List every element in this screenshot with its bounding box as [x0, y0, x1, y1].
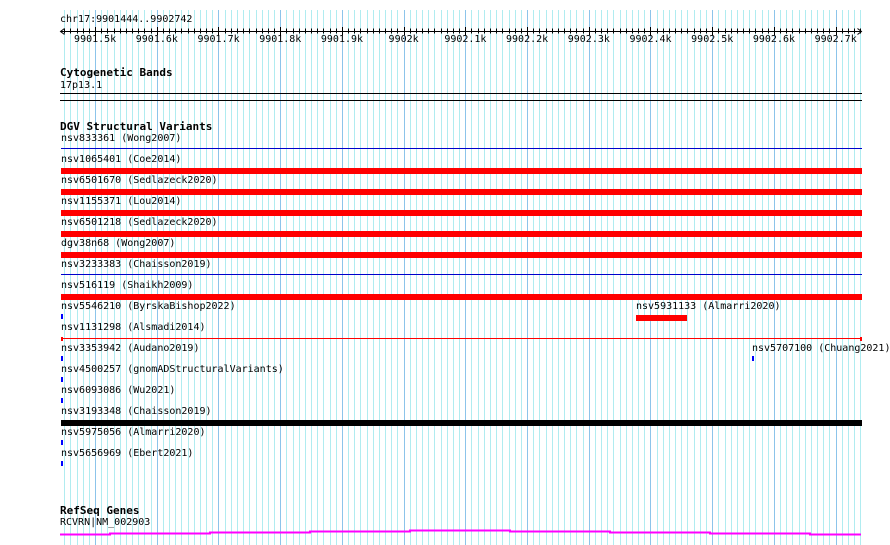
- variant-label[interactable]: nsv5707100 (Chuang2021): [752, 343, 890, 355]
- gene-model[interactable]: [0, 525, 890, 540]
- ruler-tick-label: 9902.1k: [444, 34, 487, 45]
- variant-tick[interactable]: [61, 398, 63, 403]
- variant-line[interactable]: [61, 338, 862, 339]
- variant-label[interactable]: nsv6501670 (Sedlazeck2020): [61, 175, 218, 187]
- ruler-tick-label: 9902.6k: [752, 34, 796, 45]
- variant-label[interactable]: nsv5656969 (Ebert2021): [61, 448, 193, 460]
- variant-label[interactable]: nsv3233383 (Chaisson2019): [61, 259, 212, 271]
- variant-tick[interactable]: [61, 461, 63, 466]
- variant-bar[interactable]: [636, 315, 687, 321]
- variant-label[interactable]: nsv833361 (Wong2007): [61, 133, 181, 145]
- variant-bar[interactable]: [61, 189, 862, 195]
- cytoband-bar[interactable]: [60, 93, 862, 94]
- variant-tick[interactable]: [61, 440, 63, 445]
- variant-tick[interactable]: [61, 377, 63, 382]
- variant-tick[interactable]: [752, 356, 754, 361]
- dgv-title: DGV Structural Variants: [60, 120, 213, 133]
- variant-label[interactable]: nsv1131298 (Alsmadi2014): [61, 322, 206, 334]
- track-divider: [60, 100, 862, 101]
- ruler-tick-label: 9901.7k: [197, 34, 240, 45]
- variant-tick[interactable]: [61, 314, 63, 319]
- ruler-tick-label: 9901.9k: [320, 34, 364, 45]
- variant-label[interactable]: nsv3353942 (Audano2019): [61, 343, 199, 355]
- variant-label[interactable]: nsv4500257 (gnomADStructuralVariants): [61, 364, 284, 376]
- ruler-tick-label: 9901.8k: [259, 34, 302, 45]
- ruler-tick-label: 9902.2k: [506, 34, 549, 45]
- variant-bar[interactable]: [61, 294, 862, 300]
- variant-label[interactable]: nsv1155371 (Lou2014): [61, 196, 181, 208]
- cytoband-label[interactable]: 17p13.1: [60, 80, 102, 92]
- variant-label[interactable]: nsv5975056 (Almarri2020): [61, 427, 206, 439]
- refseq-title: RefSeq Genes: [60, 504, 140, 517]
- variant-label[interactable]: dgv38n68 (Wong2007): [61, 238, 175, 250]
- variant-label[interactable]: nsv6501218 (Sedlazeck2020): [61, 217, 218, 229]
- variant-bar[interactable]: [61, 210, 862, 216]
- variant-label[interactable]: nsv5546210 (ByrskaBishop2022): [61, 301, 236, 313]
- track-grid: [64, 10, 861, 545]
- ruler-tick-label: 9901.6k: [135, 34, 178, 45]
- variant-label[interactable]: nsv516119 (Shaikh2009): [61, 280, 193, 292]
- variant-label[interactable]: nsv3193348 (Chaisson2019): [61, 406, 212, 418]
- ruler-tick-label: 9902k: [388, 34, 419, 45]
- ruler-tick-label: 9902.4k: [629, 34, 672, 45]
- variant-label[interactable]: nsv1065401 (Coe2014): [61, 154, 181, 166]
- variant-bar[interactable]: [61, 252, 862, 258]
- ruler-tick-label: 9902.7k: [814, 34, 857, 45]
- cytobands-title: Cytogenetic Bands: [60, 66, 173, 79]
- ruler-tick-label: 9901.5k: [74, 34, 117, 45]
- variant-bar[interactable]: [61, 231, 862, 237]
- variant-label[interactable]: nsv5931133 (Almarri2020): [636, 301, 781, 313]
- ruler-tick-label: 9902.3k: [567, 34, 610, 45]
- variant-label[interactable]: nsv6093086 (Wu2021): [61, 385, 175, 397]
- variant-tick[interactable]: [61, 356, 63, 361]
- ruler-tick-label: 9902.5k: [691, 34, 734, 45]
- variant-line[interactable]: [61, 274, 862, 275]
- variant-bar[interactable]: [61, 420, 862, 426]
- variant-line[interactable]: [61, 148, 862, 149]
- variant-bar[interactable]: [61, 168, 862, 174]
